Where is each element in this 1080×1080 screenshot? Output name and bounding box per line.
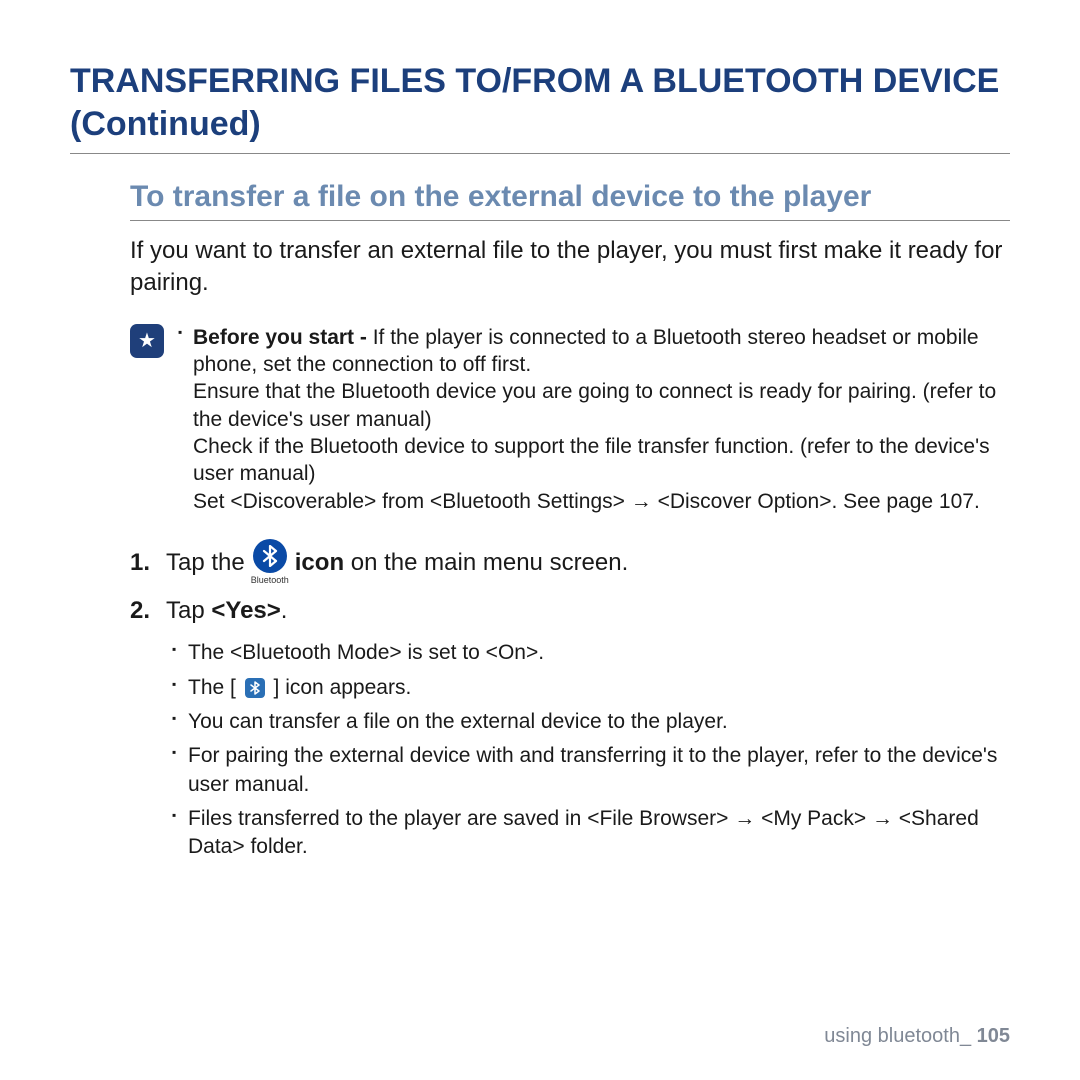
sub-bullet-e: Files transferred to the player are save… [172,805,1010,862]
step-1-pre: Tap the [166,545,245,581]
bluetooth-small-icon [245,678,265,698]
page-title: TRANSFERRING FILES TO/FROM A BLUETOOTH D… [70,60,1010,154]
step-1-icon-word: icon [295,549,344,576]
sub-bullets: The <Bluetooth Mode> is set to <On>. The… [172,639,1010,861]
step-2-post: . [281,597,288,624]
sub-bullet-a: The <Bluetooth Mode> is set to <On>. [172,639,1010,667]
note-line-3: Check if the Bluetooth device to support… [193,433,1010,488]
note-line-4: Set <Discoverable> from <Bluetooth Setti… [193,488,1010,515]
note-before-label: Before you start - [193,326,373,349]
step-2-number: 2. [130,593,166,629]
footer-page-number: 105 [977,1025,1010,1047]
step-1: 1. Tap the Bluetooth icon on the main me… [130,539,1010,588]
section-subtitle: To transfer a file on the external devic… [130,180,1010,221]
page-footer: using bluetooth_ 105 [824,1025,1010,1048]
note-block: ★ Before you start - If the player is co… [130,322,1010,517]
sub-bullet-b-pre: The [ [188,676,242,699]
sub-bullet-c: You can transfer a file on the external … [172,708,1010,736]
sub-bullet-d: For pairing the external device with and… [172,742,1010,799]
bluetooth-glyph-icon [261,545,279,567]
steps-list: 1. Tap the Bluetooth icon on the main me… [130,539,1010,630]
note-line-2: Ensure that the Bluetooth device you are… [193,378,1010,433]
intro-paragraph: If you want to transfer an external file… [130,235,1010,300]
step-2: 2. Tap <Yes>. [130,593,1010,629]
step-1-number: 1. [130,545,166,581]
step-1-rest: on the main menu screen. [344,549,628,576]
step-2-pre: Tap [166,597,211,624]
footer-text: using bluetooth_ [824,1025,976,1047]
bluetooth-icon-caption: Bluetooth [251,574,289,588]
note-body: Before you start - If the player is conn… [178,322,1010,517]
bluetooth-icon: Bluetooth [251,539,289,588]
step-2-yes: <Yes> [211,597,280,624]
note-icon: ★ [130,324,164,358]
sub-bullet-b-post: ] icon appears. [274,676,412,699]
sub-bullet-b: The [ ] icon appears. [172,674,1010,702]
